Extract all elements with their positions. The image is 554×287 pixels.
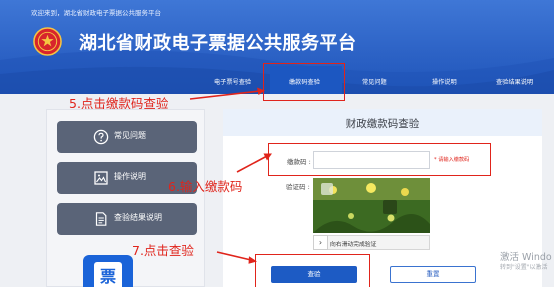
nav-tab-faq[interactable]: 常见问题 bbox=[362, 77, 387, 86]
reset-button[interactable]: 重置 bbox=[390, 266, 476, 283]
os-activation-watermark: 激活 Windo bbox=[500, 252, 552, 263]
annotation-box-check bbox=[255, 254, 370, 287]
nav-tab-instructions[interactable]: 操作说明 bbox=[432, 77, 457, 86]
sidebar-item-label: 查验结果说明 bbox=[114, 213, 162, 222]
sidebar-item-result-explanation[interactable]: 查验结果说明 bbox=[57, 203, 197, 235]
welcome-text: 欢迎来到，湖北省财政电子票据公共服务平台 bbox=[31, 9, 161, 17]
annotation-arrow-step6 bbox=[236, 153, 272, 173]
nav-tab-result-explanation[interactable]: 查验结果说明 bbox=[496, 77, 533, 86]
annotation-step7: 7.点击查验 bbox=[132, 243, 194, 258]
national-emblem-icon bbox=[33, 27, 62, 56]
sidebar-item-label: 操作说明 bbox=[114, 172, 146, 181]
app-download-tile[interactable]: 票 bbox=[83, 255, 133, 287]
app-tile-character: 票 bbox=[94, 262, 122, 287]
slider-instruction: 向右滑动完成验证 bbox=[330, 242, 377, 248]
os-activation-watermark-sub: 转到"设置"以激活 bbox=[500, 264, 548, 271]
slider-handle-icon[interactable]: › bbox=[313, 235, 328, 250]
captcha-image[interactable] bbox=[313, 178, 430, 233]
site-title: 湖北省财政电子票据公共服务平台 bbox=[79, 33, 357, 54]
page-title: 财政缴款码查验 bbox=[345, 118, 420, 130]
question-icon bbox=[93, 129, 109, 145]
sidebar-item-faq[interactable]: 常见问题 bbox=[57, 121, 197, 153]
annotation-step6: 6.输入缴款码 bbox=[168, 179, 243, 194]
annotation-arrow-step7 bbox=[216, 251, 257, 264]
document-icon bbox=[95, 212, 107, 226]
annotation-box-nav bbox=[263, 63, 345, 101]
annotation-arrow-step5 bbox=[189, 87, 265, 100]
captcha-field-label: 验证码 : bbox=[286, 183, 310, 191]
image-doc-icon bbox=[94, 171, 108, 185]
annotation-box-code bbox=[268, 143, 491, 176]
sidebar-item-label: 常见问题 bbox=[114, 131, 146, 140]
